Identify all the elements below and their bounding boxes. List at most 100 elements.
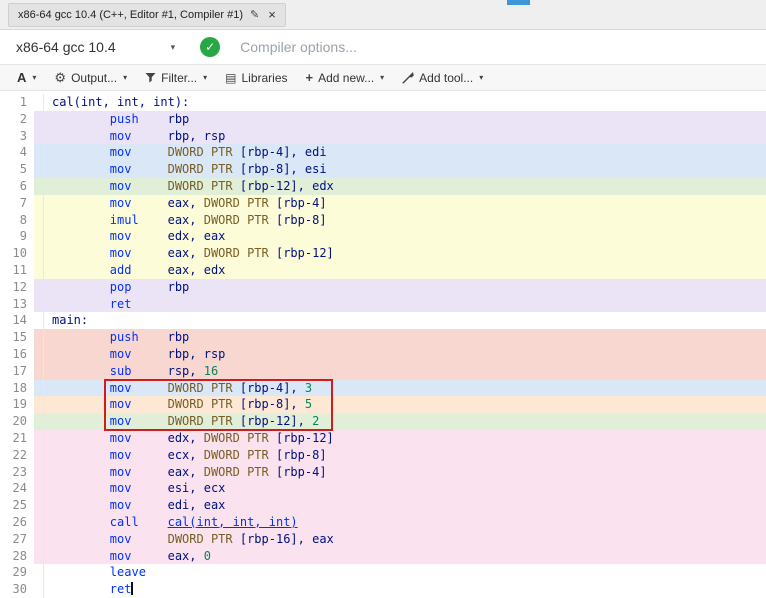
token-w	[139, 330, 168, 344]
token-w	[52, 448, 110, 462]
line-color-strip	[34, 513, 43, 531]
line-number: 4	[19, 145, 27, 160]
code-line[interactable]: 13 ret	[0, 295, 766, 313]
plus-icon: +	[305, 70, 314, 85]
code-line[interactable]: 28 mov eax, 0	[0, 547, 766, 565]
token-w	[52, 229, 110, 243]
code-line[interactable]: 7 mov eax, DWORD PTR [rbp-4]	[0, 194, 766, 212]
line-number: 10	[12, 246, 27, 261]
token-w	[131, 196, 167, 210]
line-number: 1	[19, 95, 27, 109]
output-button[interactable]: ⚙ Output... ▾	[45, 65, 136, 90]
code-line[interactable]: 16 mov rbp, rsp	[0, 345, 766, 363]
line-color-strip	[34, 194, 43, 212]
token-w	[52, 213, 110, 227]
token-w	[52, 397, 110, 411]
compiler-pane: x86-64 gcc 10.4 (C++, Editor #1, Compile…	[0, 0, 766, 598]
code-line[interactable]: 3 mov rbp, rsp	[0, 127, 766, 145]
add-tool-button[interactable]: Add tool... ▾	[393, 65, 492, 90]
token-reg: edx,	[167, 430, 204, 445]
code-line[interactable]: 12 pop rbp	[0, 278, 766, 296]
line-number: 13	[12, 296, 27, 311]
token-reg: ecx,	[167, 447, 204, 462]
code-line[interactable]: 27 mov DWORD PTR [rbp-16], eax	[0, 530, 766, 548]
libraries-button[interactable]: ▤ Libraries	[216, 65, 296, 90]
assembly-output: 1 cal(int, int, int): 2 push rbp 3 mov r…	[0, 91, 766, 598]
code-line[interactable]: 30 ret	[0, 581, 766, 598]
close-icon[interactable]: ×	[268, 8, 276, 21]
code-line[interactable]: 19 mov DWORD PTR [rbp-8], 5	[0, 396, 766, 414]
code-line[interactable]: 1 cal(int, int, int):	[0, 94, 766, 111]
code-line[interactable]: 4 mov DWORD PTR [rbp-4], edi	[0, 144, 766, 162]
code-line[interactable]: 18 mov DWORD PTR [rbp-4], 3	[0, 379, 766, 397]
font-size-button[interactable]: A ▾	[8, 65, 45, 90]
token-ptr: DWORD PTR	[167, 380, 240, 395]
call-target-link[interactable]: cal(int, int, int)	[168, 515, 298, 529]
compiler-select[interactable]: x86-64 gcc 10.4 ▾	[16, 39, 175, 55]
token-mn: add	[109, 262, 132, 277]
token-mn: mov	[109, 162, 132, 177]
code-line[interactable]: 22 mov ecx, DWORD PTR [rbp-8]	[0, 446, 766, 464]
line-number: 19	[12, 397, 27, 412]
code-line[interactable]: 5 mov DWORD PTR [rbp-8], esi	[0, 161, 766, 178]
token-reg: [rbp-4]	[275, 464, 327, 479]
token-mn: mov	[109, 397, 132, 412]
chevron-down-icon: ▾	[479, 73, 484, 82]
code-line[interactable]: 20 mov DWORD PTR [rbp-12], 2	[0, 413, 766, 430]
token-num: 0	[203, 548, 211, 563]
line-code: mov DWORD PTR [rbp-12], 2	[43, 413, 766, 430]
line-color-strip	[34, 261, 43, 279]
code-line[interactable]: 14 main:	[0, 312, 766, 330]
line-color-strip	[34, 177, 43, 195]
code-line[interactable]: 21 mov edx, DWORD PTR [rbp-12]	[0, 429, 766, 447]
token-reg: [rbp-12]	[275, 246, 334, 261]
code-line[interactable]: 2 push rbp	[0, 110, 766, 128]
token-w	[139, 112, 168, 126]
edit-pencil-icon[interactable]: ✎	[250, 8, 259, 21]
add-new-button[interactable]: + Add new... ▾	[297, 65, 394, 90]
code-line[interactable]: 17 sub rsp, 16	[0, 362, 766, 380]
code-line[interactable]: 25 mov edi, eax	[0, 497, 766, 514]
line-color-strip	[34, 547, 43, 565]
code-line[interactable]: 23 mov eax, DWORD PTR [rbp-4]	[0, 463, 766, 481]
token-ptr: DWORD PTR	[167, 178, 240, 193]
token-mn: mov	[109, 498, 132, 513]
code-line[interactable]: 15 push rbp	[0, 329, 766, 346]
token-reg: eax,	[167, 212, 204, 227]
token-w	[52, 364, 110, 378]
compiler-row: x86-64 gcc 10.4 ▾ ✓	[0, 30, 766, 64]
code-line[interactable]: 26 call cal(int, int, int)	[0, 513, 766, 531]
line-code: push rbp	[43, 110, 766, 128]
line-code: ret	[43, 581, 766, 598]
token-ptr: DWORD PTR	[167, 162, 240, 177]
compiler-options-input[interactable]	[238, 38, 754, 56]
line-color-strip	[34, 278, 43, 296]
token-mn: mov	[109, 464, 132, 479]
code-line[interactable]: 10 mov eax, DWORD PTR [rbp-12]	[0, 245, 766, 262]
token-mn: push	[109, 111, 139, 126]
code-line[interactable]: 9 mov edx, eax	[0, 228, 766, 246]
tab-compiler-output[interactable]: x86-64 gcc 10.4 (C++, Editor #1, Compile…	[8, 2, 286, 27]
code-line[interactable]: 6 mov DWORD PTR [rbp-12], edx	[0, 177, 766, 195]
font-icon: A	[17, 70, 27, 85]
token-w	[52, 280, 110, 294]
code-line[interactable]: 11 add eax, edx	[0, 261, 766, 279]
compiler-select-value: x86-64 gcc 10.4	[16, 39, 116, 55]
code-line[interactable]: 29 leave	[0, 564, 766, 582]
token-w	[52, 297, 110, 311]
token-w	[52, 565, 110, 579]
line-code: sub rsp, 16	[43, 362, 766, 380]
code-line[interactable]: 8 imul eax, DWORD PTR [rbp-8]	[0, 211, 766, 229]
line-code: mov esi, ecx	[43, 480, 766, 498]
line-number: 30	[12, 582, 27, 597]
output-button-label: Output...	[71, 70, 118, 85]
filter-button[interactable]: Filter... ▾	[136, 65, 216, 90]
line-code: mov DWORD PTR [rbp-8], esi	[43, 161, 766, 178]
line-code: mov DWORD PTR [rbp-16], eax	[43, 530, 766, 548]
code-line[interactable]: 24 mov esi, ecx	[0, 480, 766, 498]
token-w	[52, 196, 110, 210]
line-number: 8	[19, 212, 27, 227]
line-code: mov eax, DWORD PTR [rbp-12]	[43, 245, 766, 262]
line-color-strip	[34, 497, 43, 514]
line-number: 15	[12, 330, 27, 345]
